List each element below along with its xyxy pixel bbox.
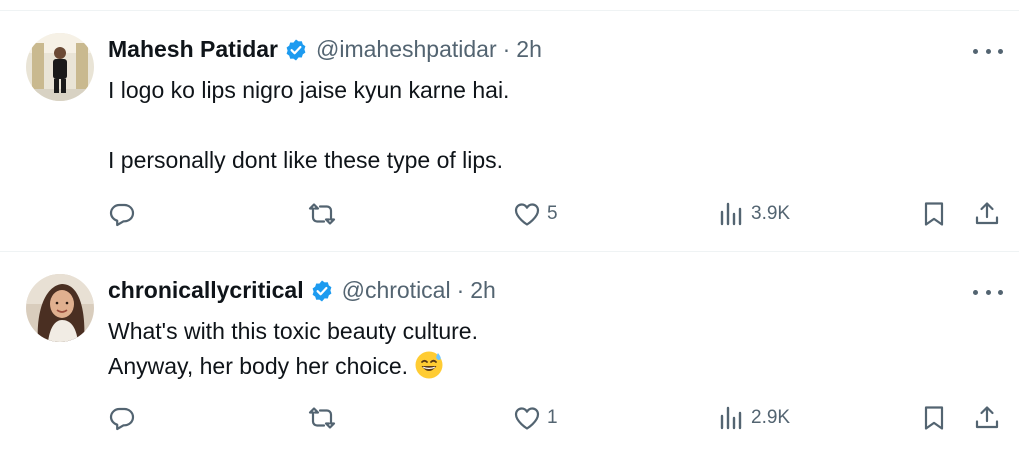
bookmark-icon <box>924 202 944 226</box>
tweet-actions: 1 2.9K <box>0 398 1019 438</box>
share-icon <box>975 202 999 225</box>
reply-icon <box>109 203 135 227</box>
bookmark-icon <box>924 406 944 430</box>
separator: · <box>502 36 511 62</box>
share-icon <box>975 406 999 429</box>
handle[interactable]: @chrotical <box>342 277 451 304</box>
share-button[interactable] <box>973 398 1001 438</box>
repost-button[interactable] <box>308 194 342 234</box>
reply-button[interactable] <box>108 398 142 438</box>
more-icon[interactable] <box>973 39 1003 63</box>
like-button[interactable]: 1 <box>513 398 558 438</box>
views-icon <box>720 406 742 430</box>
tweet-text: What's with this toxic beauty culture. A… <box>108 314 478 384</box>
views-icon <box>720 202 742 226</box>
timestamp[interactable]: 2h <box>470 277 496 304</box>
avatar[interactable] <box>26 33 94 101</box>
display-name[interactable]: Mahesh Patidar <box>108 36 278 63</box>
like-count: 1 <box>547 407 558 428</box>
tweet[interactable]: Mahesh Patidar @imaheshpatidar · 2h I lo… <box>0 11 1019 251</box>
bookmark-button[interactable] <box>920 194 948 234</box>
tweet-text-line: I personally dont like these type of lip… <box>108 147 504 173</box>
repost-icon <box>308 203 336 225</box>
tweet-text-line-with-emoji: Anyway, her body her choice. <box>108 349 478 384</box>
sweat-smile-emoji <box>414 350 444 380</box>
more-icon[interactable] <box>973 280 1003 304</box>
tweet-text-line: I logo ko lips nigro jaise kyun karne ha… <box>108 77 510 103</box>
tweet[interactable]: chronicallycritical @chrotical · 2h What… <box>0 252 1019 450</box>
handle[interactable]: @imaheshpatidar <box>316 36 497 63</box>
reply-icon <box>109 407 135 431</box>
like-icon <box>514 407 540 430</box>
reply-button[interactable] <box>108 194 142 234</box>
bookmark-button[interactable] <box>920 398 948 438</box>
view-count: 3.9K <box>751 203 791 224</box>
tweet-header: chronicallycritical @chrotical · 2h <box>108 277 496 304</box>
like-count: 5 <box>547 203 558 224</box>
timestamp[interactable]: 2h <box>516 36 542 63</box>
tweet-header: Mahesh Patidar @imaheshpatidar · 2h <box>108 36 542 63</box>
like-button[interactable]: 5 <box>513 194 558 234</box>
verified-badge-icon <box>310 279 334 303</box>
views-button[interactable]: 2.9K <box>717 398 790 438</box>
display-name[interactable]: chronicallycritical <box>108 277 304 304</box>
share-button[interactable] <box>973 194 1001 234</box>
tweet-text-line: Anyway, her body her choice. <box>108 353 409 379</box>
views-button[interactable]: 3.9K <box>717 194 790 234</box>
tweet-text-line: What's with this toxic beauty culture. <box>108 318 478 344</box>
tweet-actions: 5 3.9K <box>0 194 1019 234</box>
repost-icon <box>308 407 336 429</box>
view-count: 2.9K <box>751 407 791 428</box>
separator: · <box>456 277 465 303</box>
like-icon <box>514 203 540 226</box>
tweet-text: I logo ko lips nigro jaise kyun karne ha… <box>108 73 509 178</box>
verified-badge-icon <box>284 38 308 62</box>
avatar[interactable] <box>26 274 94 342</box>
repost-button[interactable] <box>308 398 342 438</box>
